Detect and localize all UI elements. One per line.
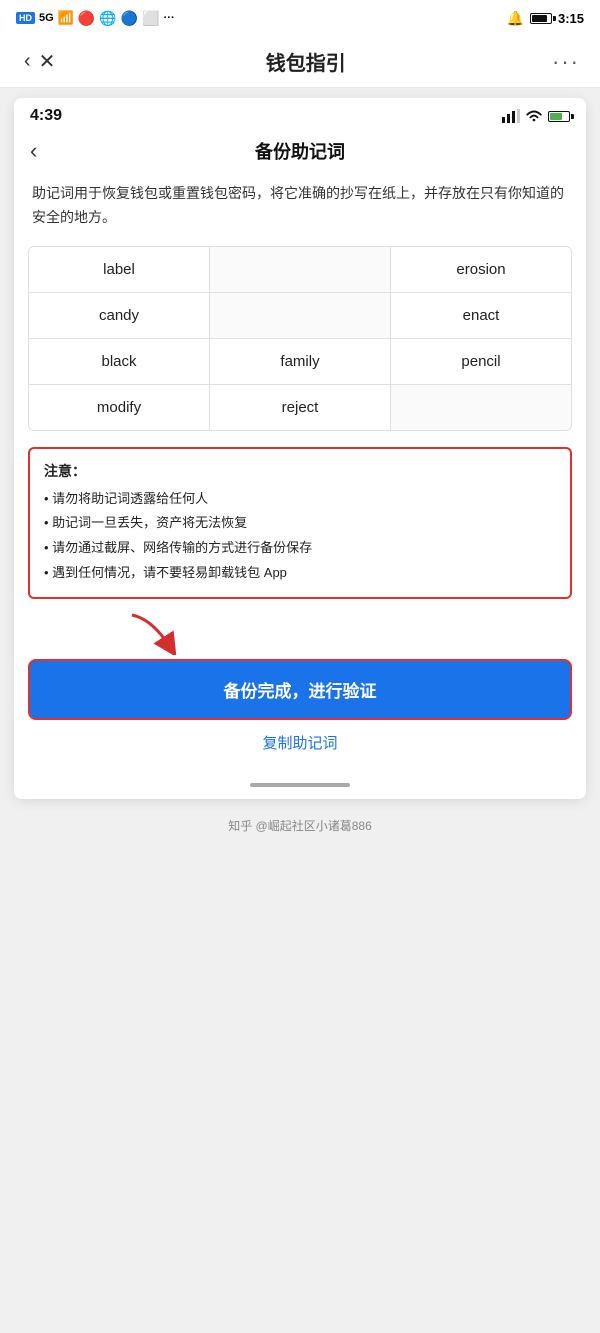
warning-title: 注意： [44, 461, 556, 481]
inner-nav-title: 备份助记词 [255, 138, 345, 164]
inner-back-button[interactable]: ‹ [30, 138, 37, 164]
hd-badge: HD [16, 12, 35, 24]
word-erosion: erosion [391, 247, 571, 292]
signal-bars-icon: 📶 [58, 10, 74, 26]
home-bar [14, 771, 586, 799]
word-black: black [29, 339, 210, 384]
app1-icon: 🌐 [99, 10, 116, 27]
word-label: label [29, 247, 210, 292]
word-empty-2 [210, 293, 391, 338]
copy-link[interactable]: 复制助记词 [14, 728, 586, 771]
word-enact: enact [391, 293, 571, 338]
warning-item-4: • 遇到任何情况，请不要轻易卸载钱包 App [44, 561, 556, 586]
mnemonic-row-1: label erosion [29, 247, 571, 293]
arrow-container [14, 619, 586, 655]
description-text: 助记词用于恢复钱包或重置钱包密码，将它准确的抄写在纸上，并存放在只有你知道的安全… [14, 174, 586, 246]
app-nav-title: 钱包指引 [59, 47, 552, 76]
app2-icon: 🔵 [121, 10, 138, 27]
signal-5g: 5G [39, 12, 54, 24]
battery-icon [530, 13, 552, 24]
outer-status-bar: HD 5G 📶 🔴 🌐 🔵 ⬜ ··· 🔔 3:15 [0, 0, 600, 36]
word-empty-3 [391, 385, 571, 430]
mnemonic-grid: label erosion candy enact black family p… [28, 246, 572, 431]
word-family: family [210, 339, 391, 384]
phone-screen: 4:39 ‹ 备份助记词 助记词用于恢复钱包或重置钱包密码，将它准确的抄写在纸上… [14, 98, 586, 799]
backup-button-container: 备份完成，进行验证 [14, 659, 586, 728]
weibo-icon: 🔴 [78, 10, 95, 27]
inner-time: 4:39 [30, 107, 62, 125]
outer-status-right: 🔔 3:15 [507, 10, 584, 27]
app-nav-bar: ‹ ✕ 钱包指引 ··· [0, 36, 600, 88]
mnemonic-row-4: modify reject [29, 385, 571, 430]
warning-item-3: • 请勿通过截屏、网络传输的方式进行备份保存 [44, 536, 556, 561]
wifi-icon [525, 109, 543, 123]
bell-icon: 🔔 [507, 10, 524, 27]
inner-battery-icon [548, 111, 570, 122]
app3-icon: ⬜ [142, 10, 159, 27]
mnemonic-row-3: black family pencil [29, 339, 571, 385]
watermark: 知乎 @崛起社区小诸葛886 [0, 809, 600, 850]
inner-status-bar: 4:39 [14, 98, 586, 130]
home-indicator [250, 783, 350, 787]
outer-time: 3:15 [558, 11, 584, 26]
word-empty-1 [210, 247, 391, 292]
word-modify: modify [29, 385, 210, 430]
signal-bars-inner-icon [502, 109, 520, 123]
inner-nav: ‹ 备份助记词 [14, 130, 586, 174]
word-candy: candy [29, 293, 210, 338]
app-close-button[interactable]: ✕ [35, 45, 60, 78]
app-back-button[interactable]: ‹ [20, 46, 35, 77]
outer-status-left: HD 5G 📶 🔴 🌐 🔵 ⬜ ··· [16, 10, 175, 27]
warning-item-2: • 助记词一旦丢失，资产将无法恢复 [44, 511, 556, 536]
more-dots: ··· [164, 12, 175, 24]
arrow-icon [122, 611, 182, 655]
word-pencil: pencil [391, 339, 571, 384]
app-more-icon[interactable]: ··· [552, 49, 580, 75]
mnemonic-row-2: candy enact [29, 293, 571, 339]
warning-item-1: • 请勿将助记词透露给任何人 [44, 487, 556, 512]
warning-box: 注意： • 请勿将助记词透露给任何人 • 助记词一旦丢失，资产将无法恢复 • 请… [28, 447, 572, 600]
backup-button[interactable]: 备份完成，进行验证 [28, 659, 572, 720]
word-reject: reject [210, 385, 391, 430]
inner-status-icons [502, 109, 570, 123]
